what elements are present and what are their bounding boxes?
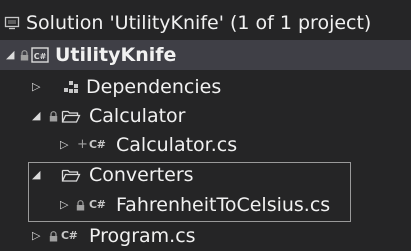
solution-node[interactable]: Solution 'UtilityKnife' (1 of 1 project) [0,8,411,38]
collapsed-arrow-icon[interactable]: ▷ [32,221,40,251]
pending-add-icon: + [77,137,88,152]
lock-icon [49,101,58,131]
tree-node-calculator-folder[interactable]: ◢ Calculator [0,101,411,131]
tree-node-label: Program.cs [89,225,196,247]
solution-icon [4,15,20,31]
tree-node-label: Calculator.cs [116,134,238,156]
expanded-arrow-icon[interactable]: ◢ [6,40,14,70]
collapsed-arrow-icon[interactable]: ▷ [60,190,68,220]
folder-open-icon [61,167,81,183]
expanded-arrow-icon[interactable]: ◢ [32,160,40,190]
csharp-file-icon: C# [61,229,78,242]
expanded-arrow-icon[interactable]: ◢ [32,101,40,131]
solution-label: Solution 'UtilityKnife' (1 of 1 project) [26,12,372,34]
tree-node-label: Calculator [89,105,186,127]
lock-icon [20,40,29,70]
tree-node-program-cs[interactable]: ▷ C# Program.cs [0,221,411,251]
solution-explorer-tree: Solution 'UtilityKnife' (1 of 1 project)… [0,0,411,251]
folder-open-icon [61,108,81,124]
lock-icon [76,190,85,220]
csharp-project-icon: C# [31,46,49,64]
tree-node-converters-folder[interactable]: ◢ Converters [0,160,411,190]
collapsed-arrow-icon[interactable]: ▷ [32,72,40,102]
project-label: UtilityKnife [55,44,177,66]
csharp-file-icon: C# [89,138,106,151]
tree-node-label: FahrenheitToCelsius.cs [116,194,331,216]
svg-text:C#: C# [34,52,47,61]
dependencies-icon [62,79,80,95]
tree-node-dependencies[interactable]: ▷ Dependencies [0,72,411,102]
tree-node-fahrenheittocelsius-cs[interactable]: ▷ C# FahrenheitToCelsius.cs [0,190,411,220]
project-node-utilityknife[interactable]: ◢ C# UtilityKnife [0,40,411,70]
collapsed-arrow-icon[interactable]: ▷ [60,130,68,160]
lock-icon [49,221,58,251]
tree-node-label: Converters [89,164,194,186]
tree-node-label: Dependencies [86,76,222,98]
csharp-file-icon: C# [89,198,106,211]
tree-node-calculator-cs[interactable]: ▷ + C# Calculator.cs [0,130,411,160]
